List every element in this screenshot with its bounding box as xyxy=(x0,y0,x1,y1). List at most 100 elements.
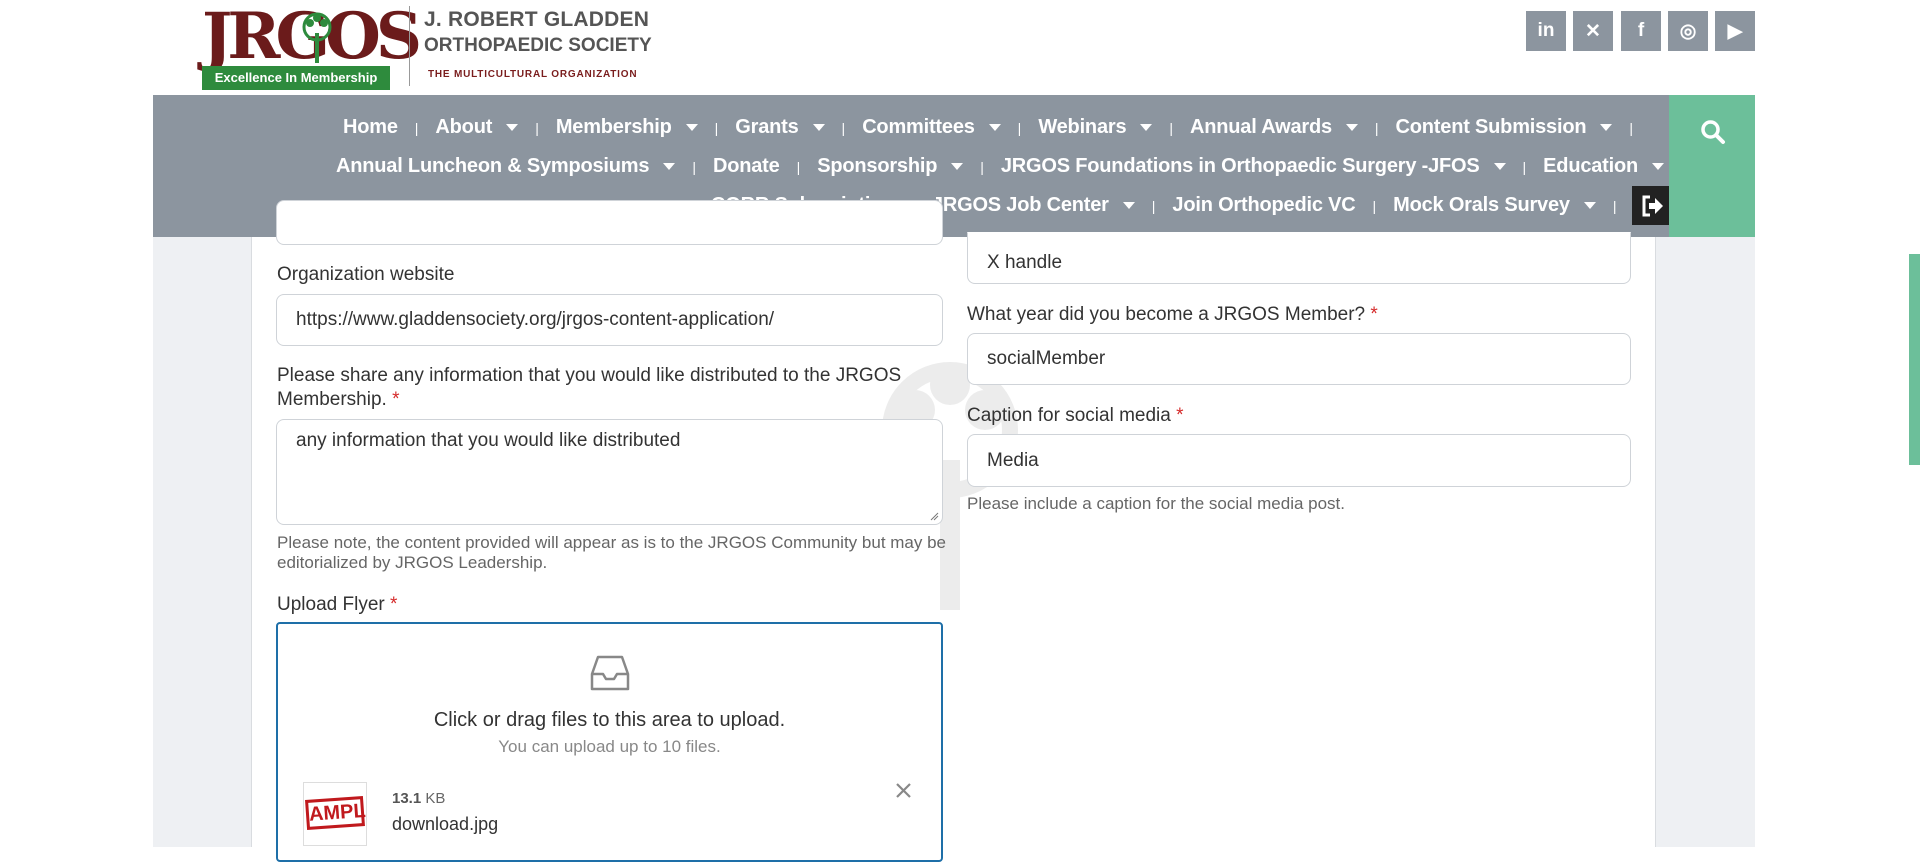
nav-item-label: Home xyxy=(343,116,398,138)
nav-separator: | xyxy=(414,119,419,136)
nav-separator: | xyxy=(1629,119,1634,136)
resize-handle-icon[interactable] xyxy=(929,511,939,521)
nav-item-annual-awards[interactable]: Annual Awards xyxy=(1190,116,1358,139)
content-border-left xyxy=(251,237,252,847)
search-button[interactable] xyxy=(1669,95,1755,237)
nav-item-donate[interactable]: Donate xyxy=(713,155,780,178)
nav-separator: | xyxy=(692,158,696,175)
nav-item-committees[interactable]: Committees xyxy=(862,116,1001,139)
x-handle-value: X handle xyxy=(987,251,1063,273)
caption-input[interactable]: Media xyxy=(967,434,1631,487)
nav-separator: | xyxy=(714,119,719,136)
nav-item-jfos[interactable]: JRGOS Foundations in Orthopaedic Surgery… xyxy=(1001,155,1506,178)
nav-item-grants[interactable]: Grants xyxy=(735,116,825,139)
nav-item-label: Grants xyxy=(735,116,799,138)
file-size-unit: KB xyxy=(425,790,446,807)
nav-item-label: JRGOS Foundations in Orthopaedic Surgery… xyxy=(1000,155,1480,177)
scrollbar-thumb[interactable] xyxy=(1909,254,1920,465)
x-icon[interactable]: ✕ xyxy=(1573,11,1613,51)
file-name: download.jpg xyxy=(392,814,499,834)
logo-tree-icon xyxy=(302,12,332,63)
nav-item-mock-orals[interactable]: Mock Orals Survey xyxy=(1393,194,1596,217)
chevron-down-icon xyxy=(1493,163,1506,170)
chevron-down-icon xyxy=(663,163,676,170)
nav-separator: | xyxy=(1374,119,1379,136)
org-website-label: Organization website xyxy=(277,264,455,285)
site-header: JRGOS Excellence In Membership J. ROBERT… xyxy=(0,0,1920,95)
upload-flyer-label-text: Upload Flyer xyxy=(277,594,385,615)
chevron-down-icon xyxy=(1140,124,1153,131)
nav-separator: | xyxy=(980,158,984,175)
required-mark: * xyxy=(1176,405,1184,426)
nav-row-1: Home | About | Membership | Grants | Com… xyxy=(343,116,1650,139)
x-handle-input[interactable]: X handle xyxy=(967,232,1631,284)
linkedin-icon[interactable]: in xyxy=(1526,11,1566,51)
nav-item-label: Join Orthopedic VC xyxy=(1172,194,1356,216)
site-logo[interactable]: JRGOS Excellence In Membership xyxy=(202,5,422,90)
inbox-icon xyxy=(590,655,630,691)
nav-item-orthopedic-vc[interactable]: Join Orthopedic VC xyxy=(1172,194,1355,217)
caption-label: Caption for social media * xyxy=(967,405,1184,427)
nav-item-annual-luncheon[interactable]: Annual Luncheon & Symposiums xyxy=(336,155,676,178)
share-info-label-text: Please share any information that you wo… xyxy=(277,365,902,410)
nav-item-webinars[interactable]: Webinars xyxy=(1038,116,1153,139)
nav-item-label: About xyxy=(435,116,493,138)
share-info-help: Please note, the content provided will a… xyxy=(277,533,947,572)
nav-separator: | xyxy=(1612,197,1617,214)
logo-divider xyxy=(409,6,410,86)
share-info-label: Please share any information that you wo… xyxy=(277,364,947,412)
page-gutter-right xyxy=(1656,237,1755,847)
member-year-label-text: What year did you become a JRGOS Member? xyxy=(967,304,1366,325)
nav-item-about[interactable]: About xyxy=(435,116,519,139)
org-website-input[interactable]: https://www.gladdensociety.org/jrgos-con… xyxy=(276,294,943,346)
file-thumb-text: AMPL xyxy=(305,796,366,830)
facebook-icon[interactable]: f xyxy=(1621,11,1661,51)
chevron-down-icon xyxy=(506,124,519,131)
content-border-right xyxy=(1655,237,1656,847)
upload-dropzone[interactable]: Click or drag files to this area to uplo… xyxy=(276,622,943,862)
file-thumbnail: AMPL xyxy=(303,782,367,846)
nav-item-job-center[interactable]: JRGOS Job Center xyxy=(932,194,1135,217)
uploaded-file-row: AMPL 13.1 KB download.jpg xyxy=(303,782,916,852)
share-info-textarea[interactable]: any information that you would like dist… xyxy=(276,419,943,525)
chevron-down-icon xyxy=(1345,124,1358,131)
nav-item-label: Webinars xyxy=(1038,116,1127,138)
nav-item-content-submission[interactable]: Content Submission xyxy=(1396,116,1613,139)
instagram-icon[interactable]: ◎ xyxy=(1668,11,1708,51)
logo-tagline: Excellence In Membership xyxy=(202,66,390,90)
share-info-value: any information that you would like dist… xyxy=(296,430,681,451)
caption-label-text: Caption for social media xyxy=(967,405,1171,426)
logout-button[interactable] xyxy=(1632,186,1674,225)
nav-separator: | xyxy=(1017,119,1022,136)
member-year-input[interactable]: socialMember xyxy=(967,333,1631,385)
file-size-number: 13.1 xyxy=(392,790,422,807)
upload-limit: You can upload up to 10 files. xyxy=(498,737,721,756)
nav-item-label: Committees xyxy=(862,116,975,138)
chevron-down-icon xyxy=(685,124,698,131)
chevron-down-icon xyxy=(1122,202,1135,209)
nav-item-label: Membership xyxy=(555,116,672,138)
required-mark: * xyxy=(1370,304,1378,325)
nav-item-education[interactable]: Education xyxy=(1543,155,1665,178)
nav-item-label: JRGOS Job Center xyxy=(931,194,1109,216)
nav-separator: | xyxy=(796,158,801,175)
file-size: 13.1 KB xyxy=(392,790,445,807)
org-subtitle: THE MULTICULTURAL ORGANIZATION xyxy=(428,69,638,80)
nav-item-label: Content Submission xyxy=(1395,116,1587,138)
required-mark: * xyxy=(392,389,400,410)
nav-separator: | xyxy=(1372,197,1377,214)
prev-field-partial[interactable] xyxy=(276,200,943,245)
caption-help: Please include a caption for the social … xyxy=(967,494,1346,513)
upload-prompt: Click or drag files to this area to uplo… xyxy=(433,709,786,731)
logout-icon xyxy=(1642,195,1663,216)
nav-item-membership[interactable]: Membership xyxy=(556,116,698,139)
nav-item-sponsorship[interactable]: Sponsorship xyxy=(817,155,964,178)
nav-item-label: Annual Awards xyxy=(1190,116,1332,138)
close-icon[interactable] xyxy=(895,782,912,799)
remove-file-icon[interactable] xyxy=(1172,790,1190,808)
youtube-icon[interactable]: ▶ xyxy=(1715,11,1755,51)
nav-item-label: Sponsorship xyxy=(817,155,938,177)
nav-item-home[interactable]: Home xyxy=(343,116,398,139)
nav-item-label: Education xyxy=(1543,155,1639,177)
chevron-down-icon xyxy=(951,163,964,170)
